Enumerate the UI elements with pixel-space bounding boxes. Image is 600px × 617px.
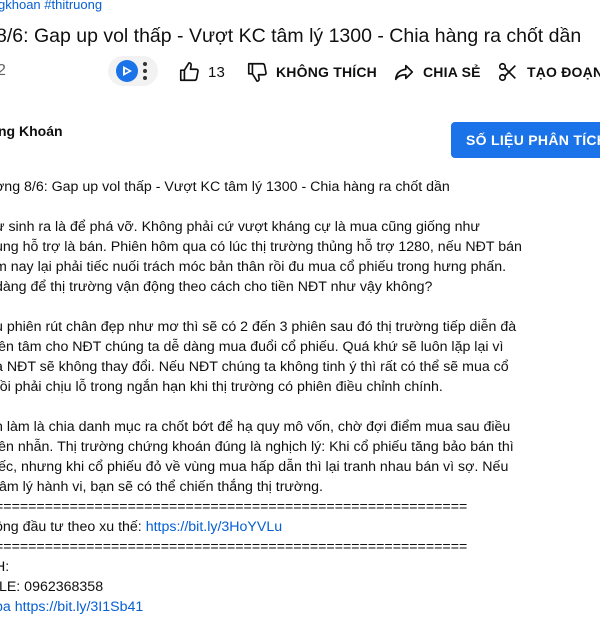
like-count: 13 [208,63,226,81]
hashtags-link[interactable]: gkhoan #thitruong [0,0,102,12]
dislike-label: KHÔNG THÍCH [276,64,377,80]
desc-line: dàng để thị trường vận động theo cách ch… [0,279,433,295]
share-button[interactable]: CHIA SẺ [393,56,481,88]
desc-line: ự sinh ra là để phá vỡ. Không phải cứ vư… [0,219,480,235]
dislike-button[interactable]: KHÔNG THÍCH [246,56,377,88]
clip-label: TẠO ĐOẠN [527,64,600,80]
desc-line: tâm lý hành vi, bạn sẽ có thể chiến thắn… [0,479,323,495]
desc-line: a NĐT sẽ không thay đổi. Nếu NĐT chúng t… [0,359,509,375]
desc-line: m nay lại phải tiếc nuối trách móc bản t… [0,259,507,275]
separator: ========================================… [0,499,468,515]
desc-line: ung hỗ trợ là bán. Phiên hôm qua có lúc … [0,239,522,255]
actions-bar: 2 13 KHÔNG THÍCH CHIA SẺ TẠO ĐOẠN [0,56,600,90]
channel-name[interactable]: ng Khoán [0,123,63,139]
more-vertical-icon[interactable] [143,62,147,80]
view-count-fragment: 2 [0,62,6,79]
separator: ========================================… [0,539,468,555]
invest-line: ồng đầu tư theo xu thế: https://bit.ly/3… [0,517,522,537]
extension-logo-icon [116,60,138,82]
thumbs-down-icon [247,62,267,82]
video-description: ơng 8/6: Gap up vol thấp - Vượt KC tâm l… [0,177,522,617]
share-icon [394,64,414,81]
cutoff-link[interactable]: ba https://bit.ly/3I1Sb41 [0,597,522,617]
analysis-data-button[interactable]: SỐ LIỆU PHÂN TÍCH [451,122,600,158]
invest-text: ồng đầu tư theo xu thế: [0,519,146,535]
desc-line: rồi phải chịu lỗ trong ngắn hạn khi thị … [0,379,443,395]
like-button[interactable]: 13 [178,56,225,88]
extension-button[interactable] [108,56,158,86]
desc-line: iên nhẫn. Thị trường chứng khoán đúng là… [0,439,514,455]
video-title: 8/6: Gap up vol thấp - Vượt KC tâm lý 13… [0,25,582,47]
desc-line: iên tâm cho NĐT chúng ta dễ dàng mua đuổ… [0,339,504,355]
mobile-line: ILE: 0962368358 [0,579,104,595]
desc-line: ơng 8/6: Gap up vol thấp - Vượt KC tâm l… [0,179,450,195]
clip-button[interactable]: TẠO ĐOẠN [497,56,600,88]
desc-line: iếc, nhưng khi cổ phiếu đỏ về vùng mua h… [0,459,509,475]
invest-link[interactable]: https://bit.ly/3HoYVLu [146,519,282,535]
desc-line: u phiên rút chân đẹp như mơ thì sẽ có 2 … [0,319,517,335]
contact-heading: H: [0,559,10,575]
thumbs-up-icon [179,62,199,82]
scissors-icon [498,62,516,82]
share-label: CHIA SẺ [423,64,481,80]
desc-line: n làm là chia danh mục ra chốt bớt để hạ… [0,419,511,435]
